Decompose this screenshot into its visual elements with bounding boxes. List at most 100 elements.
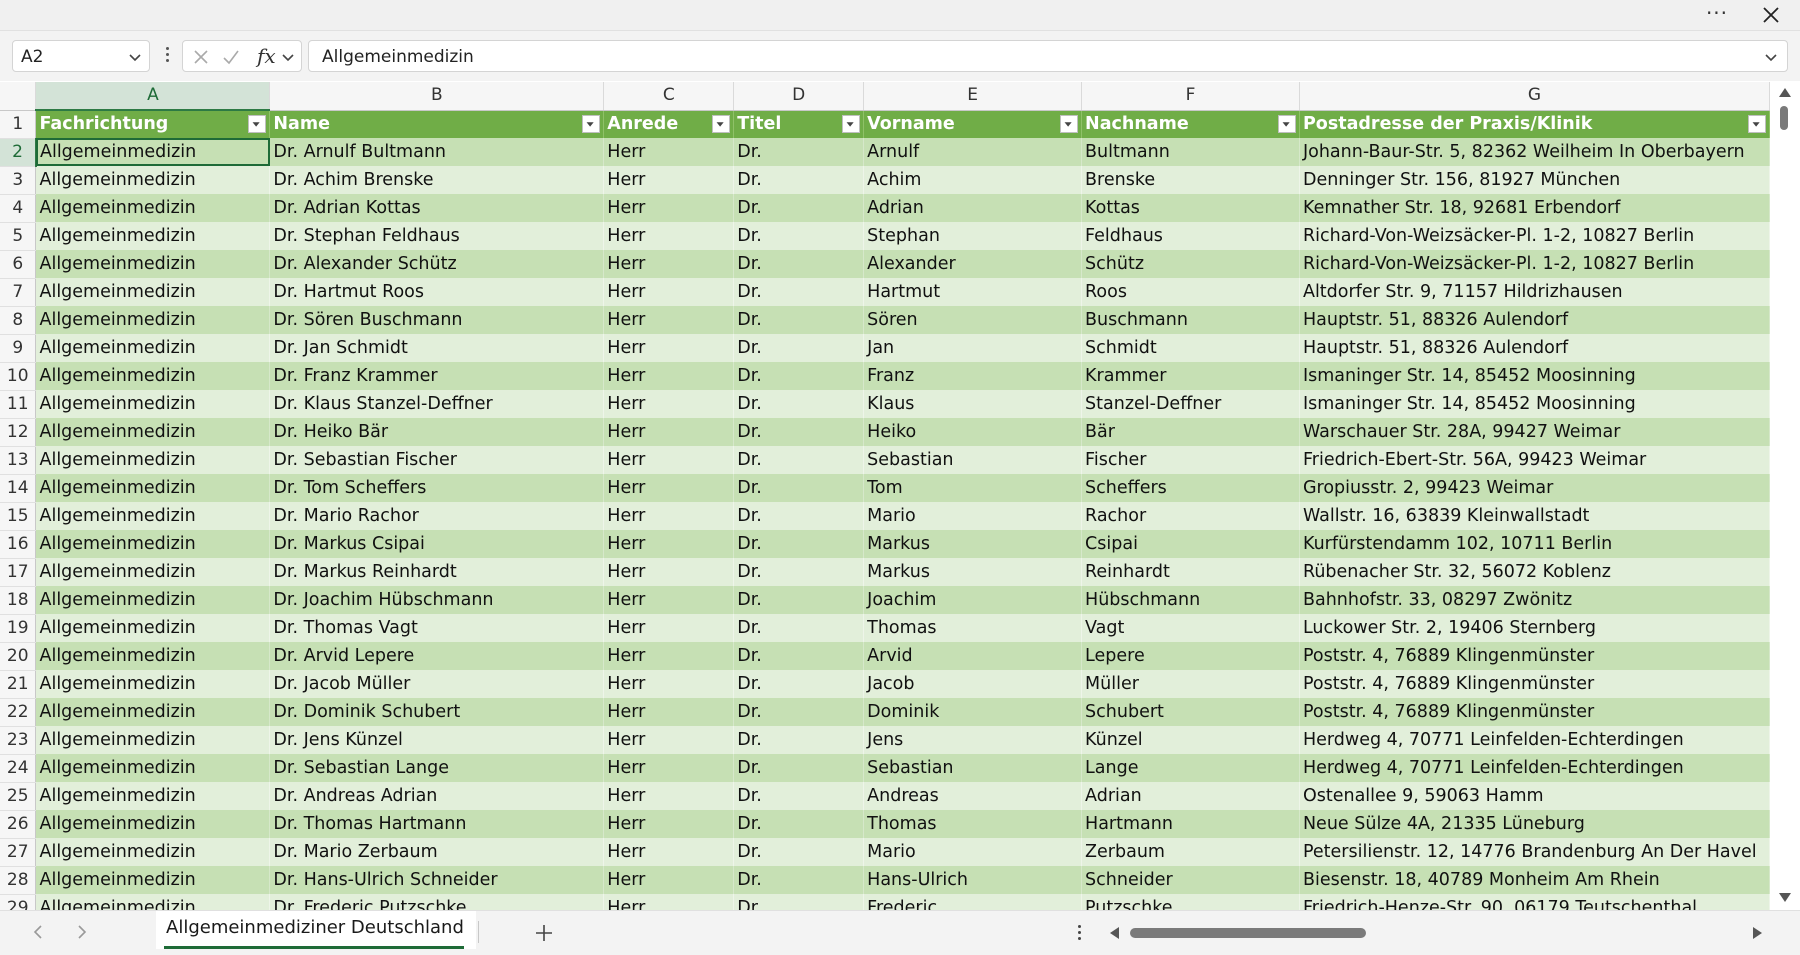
table-cell[interactable]: Allgemeinmedizin	[35, 614, 271, 642]
filter-dropdown-icon[interactable]	[1060, 114, 1079, 133]
table-cell[interactable]: Dr. Jens Künzel	[269, 726, 605, 754]
row-number[interactable]: 12	[0, 418, 37, 447]
table-cell[interactable]: Petersilienstr. 12, 14776 Brandenburg An…	[1299, 838, 1770, 866]
table-cell[interactable]: Dr. Thomas Vagt	[269, 614, 605, 642]
insert-function-icon[interactable]: fx	[257, 44, 276, 68]
table-cell[interactable]: Allgemeinmedizin	[35, 754, 271, 782]
table-cell[interactable]: Allgemeinmedizin	[35, 642, 271, 670]
column-header-a[interactable]: A	[35, 82, 271, 111]
row-number[interactable]: 18	[0, 586, 37, 615]
table-cell[interactable]: Dr.	[733, 530, 865, 558]
table-cell[interactable]: Herr	[603, 278, 735, 306]
table-cell[interactable]: Sebastian	[863, 754, 1083, 782]
active-cell[interactable]: Allgemeinmedizin	[35, 138, 271, 166]
table-cell[interactable]: Tom	[863, 474, 1083, 502]
table-cell[interactable]: Dr.	[733, 166, 865, 194]
table-cell[interactable]: Herr	[603, 726, 735, 754]
row-number[interactable]: 19	[0, 614, 37, 643]
formula-bar-options-icon[interactable]	[166, 47, 170, 67]
table-cell[interactable]: Schütz	[1081, 250, 1300, 278]
table-cell[interactable]: Poststr. 4, 76889 Klingenmünster	[1299, 698, 1770, 726]
row-number[interactable]: 27	[0, 838, 37, 867]
row-number[interactable]: 21	[0, 670, 37, 699]
table-cell[interactable]: Dr. Mario Zerbaum	[269, 838, 605, 866]
row-number[interactable]: 9	[0, 334, 37, 363]
spreadsheet-grid[interactable]: ABCDEFG 1 Fachrichtung Name Anrede Titel Vor…	[0, 82, 1770, 910]
table-cell[interactable]: Herr	[603, 138, 735, 166]
table-cell[interactable]: Dr. Franz Krammer	[269, 362, 605, 390]
table-cell[interactable]: Herr	[603, 698, 735, 726]
table-cell[interactable]: Dr. Adrian Kottas	[269, 194, 605, 222]
filter-dropdown-icon[interactable]	[842, 114, 861, 133]
row-number[interactable]: 10	[0, 362, 37, 391]
row-number[interactable]: 7	[0, 278, 37, 307]
table-cell[interactable]: Vagt	[1081, 614, 1300, 642]
table-cell[interactable]: Dr. Tom Scheffers	[269, 474, 605, 502]
table-cell[interactable]: Dr.	[733, 754, 865, 782]
table-cell[interactable]: Friedrich-Henze-Str. 90, 06179 Teutschen…	[1299, 894, 1770, 910]
table-cell[interactable]: Herr	[603, 306, 735, 334]
table-cell[interactable]: Dr. Frederic Putzschke	[269, 894, 605, 910]
table-cell[interactable]: Herr	[603, 250, 735, 278]
row-number[interactable]: 25	[0, 782, 37, 811]
table-cell[interactable]: Joachim	[863, 586, 1083, 614]
table-cell[interactable]: Allgemeinmedizin	[35, 250, 271, 278]
table-cell[interactable]: Herr	[603, 418, 735, 446]
table-cell[interactable]: Heiko	[863, 418, 1083, 446]
table-cell[interactable]: Dr. Hartmut Roos	[269, 278, 605, 306]
table-cell[interactable]: Hans-Ulrich	[863, 866, 1083, 894]
table-cell[interactable]: Künzel	[1081, 726, 1300, 754]
table-cell[interactable]: Dr.	[733, 838, 865, 866]
table-cell[interactable]: Dr. Sören Buschmann	[269, 306, 605, 334]
table-cell[interactable]: Fischer	[1081, 446, 1300, 474]
table-cell[interactable]: Reinhardt	[1081, 558, 1300, 586]
table-cell[interactable]: Lepere	[1081, 642, 1300, 670]
row-number[interactable]: 5	[0, 222, 37, 251]
table-cell[interactable]: Herr	[603, 502, 735, 530]
table-cell[interactable]: Herr	[603, 558, 735, 586]
table-cell[interactable]: Dr.	[733, 194, 865, 222]
header-cell[interactable]: Postadresse der Praxis/Klinik	[1299, 110, 1770, 138]
row-number[interactable]: 11	[0, 390, 37, 419]
table-cell[interactable]: Allgemeinmedizin	[35, 698, 271, 726]
sheet-tab[interactable]: Allgemeinmediziner Deutschland	[156, 911, 476, 949]
next-sheet-icon[interactable]	[72, 923, 90, 941]
select-all-corner[interactable]	[0, 82, 37, 111]
chevron-down-icon[interactable]	[280, 49, 296, 65]
table-cell[interactable]: Dr.	[733, 446, 865, 474]
header-cell[interactable]: Anrede	[603, 110, 735, 138]
table-cell[interactable]: Dr.	[733, 670, 865, 698]
table-cell[interactable]: Alexander	[863, 250, 1083, 278]
column-header-d[interactable]: D	[733, 82, 865, 111]
table-cell[interactable]: Schubert	[1081, 698, 1300, 726]
table-cell[interactable]: Dr. Arvid Lepere	[269, 642, 605, 670]
table-cell[interactable]: Jacob	[863, 670, 1083, 698]
table-cell[interactable]: Dr. Jan Schmidt	[269, 334, 605, 362]
table-cell[interactable]: Dr. Thomas Hartmann	[269, 810, 605, 838]
table-cell[interactable]: Müller	[1081, 670, 1300, 698]
table-cell[interactable]: Dr. Hans-Ulrich Schneider	[269, 866, 605, 894]
table-cell[interactable]: Dr. Dominik Schubert	[269, 698, 605, 726]
table-cell[interactable]: Allgemeinmedizin	[35, 278, 271, 306]
table-cell[interactable]: Gropiusstr. 2, 99423 Weimar	[1299, 474, 1770, 502]
table-cell[interactable]: Markus	[863, 558, 1083, 586]
table-cell[interactable]: Bahnhofstr. 33, 08297 Zwönitz	[1299, 586, 1770, 614]
table-cell[interactable]: Dr.	[733, 222, 865, 250]
table-cell[interactable]: Richard-Von-Weizsäcker-Pl. 1-2, 10827 Be…	[1299, 250, 1770, 278]
row-number[interactable]: 13	[0, 446, 37, 475]
add-sheet-icon[interactable]	[530, 919, 558, 947]
table-cell[interactable]: Dr. Mario Rachor	[269, 502, 605, 530]
table-cell[interactable]: Stanzel-Deffner	[1081, 390, 1300, 418]
row-number[interactable]: 22	[0, 698, 37, 727]
table-cell[interactable]: Hartmut	[863, 278, 1083, 306]
table-cell[interactable]: Putzschke	[1081, 894, 1300, 910]
table-cell[interactable]: Bultmann	[1081, 138, 1300, 166]
scroll-right-arrow-icon[interactable]	[1752, 926, 1764, 940]
table-cell[interactable]: Herr	[603, 586, 735, 614]
table-cell[interactable]: Roos	[1081, 278, 1300, 306]
table-cell[interactable]: Kemnather Str. 18, 92681 Erbendorf	[1299, 194, 1770, 222]
table-cell[interactable]: Biesenstr. 18, 40789 Monheim Am Rhein	[1299, 866, 1770, 894]
table-cell[interactable]: Allgemeinmedizin	[35, 894, 271, 910]
table-cell[interactable]: Rachor	[1081, 502, 1300, 530]
row-number[interactable]: 24	[0, 754, 37, 783]
